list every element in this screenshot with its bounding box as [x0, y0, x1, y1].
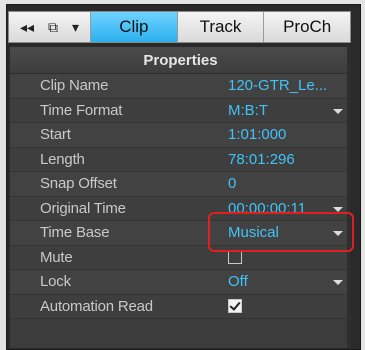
- properties-panel: Properties Clip Name 120-GTR_Le... Time …: [10, 47, 351, 348]
- time-format-dropdown[interactable]: M:B:T: [210, 99, 351, 123]
- automation-read-cell: [210, 295, 351, 319]
- clip-name-field[interactable]: 120-GTR_Le...: [210, 74, 351, 98]
- lock-value: Off: [228, 273, 248, 290]
- chevron-down-icon[interactable]: ▾: [72, 19, 79, 36]
- property-row-length: Length 78:01:296: [10, 147, 351, 172]
- property-row-mute: Mute: [10, 245, 351, 270]
- dropdown-arrow-icon[interactable]: [333, 108, 343, 114]
- panel-scroll-edge: [347, 47, 351, 348]
- mute-checkbox[interactable]: [228, 249, 242, 264]
- property-row-snap-offset: Snap Offset 0: [10, 172, 351, 197]
- mute-cell: [210, 246, 351, 270]
- property-label: Snap Offset: [40, 175, 117, 192]
- rewind-icon[interactable]: ◂◂: [20, 19, 34, 36]
- property-label: Original Time: [40, 199, 126, 217]
- property-row-lock: Lock Off: [10, 270, 351, 295]
- property-row-start: Start 1:01:000: [10, 123, 351, 148]
- properties-title: Properties: [10, 47, 351, 74]
- property-label: Lock: [40, 273, 71, 290]
- start-field[interactable]: 1:01:000: [210, 123, 351, 147]
- dropdown-arrow-icon[interactable]: [333, 280, 343, 285]
- property-label: Time Format: [40, 101, 123, 119]
- tab-clip[interactable]: Clip: [91, 12, 178, 42]
- original-time-value: 00:00:00:11: [228, 199, 307, 217]
- property-row-time-format: Time Format M:B:T: [10, 98, 351, 123]
- tab-proch[interactable]: ProCh: [264, 12, 350, 42]
- tab-track[interactable]: Track: [178, 12, 265, 42]
- time-base-dropdown[interactable]: Musical: [210, 221, 351, 245]
- property-label: Time Base: [40, 224, 110, 241]
- property-row-original-time: Original Time 00:00:00:11: [10, 196, 351, 221]
- property-row-clip-name: Clip Name 120-GTR_Le...: [10, 74, 351, 99]
- original-time-dropdown[interactable]: 00:00:00:11: [210, 197, 351, 221]
- property-row-time-base: Time Base Musical: [10, 221, 351, 246]
- property-label: Automation Read: [40, 297, 153, 315]
- property-label: Length: [40, 150, 85, 168]
- automation-read-checkbox[interactable]: [228, 298, 242, 313]
- property-label: Start: [40, 126, 71, 143]
- lock-dropdown[interactable]: Off: [210, 270, 351, 294]
- property-label: Mute: [40, 248, 73, 266]
- window-layout-icon[interactable]: ⧉: [48, 19, 58, 36]
- dropdown-arrow-icon[interactable]: [333, 231, 343, 236]
- inspector-tab-bar: ◂◂ ⧉ ▾ Clip Track ProCh: [8, 11, 351, 43]
- property-label: Clip Name: [40, 77, 109, 94]
- snap-offset-field[interactable]: 0: [210, 172, 351, 196]
- time-format-value: M:B:T: [228, 101, 268, 119]
- dropdown-arrow-icon[interactable]: [333, 206, 343, 212]
- tab-tools: ◂◂ ⧉ ▾: [9, 12, 91, 42]
- property-row-automation-read: Automation Read: [10, 294, 351, 319]
- length-field[interactable]: 78:01:296: [210, 148, 351, 172]
- time-base-value: Musical: [228, 224, 279, 241]
